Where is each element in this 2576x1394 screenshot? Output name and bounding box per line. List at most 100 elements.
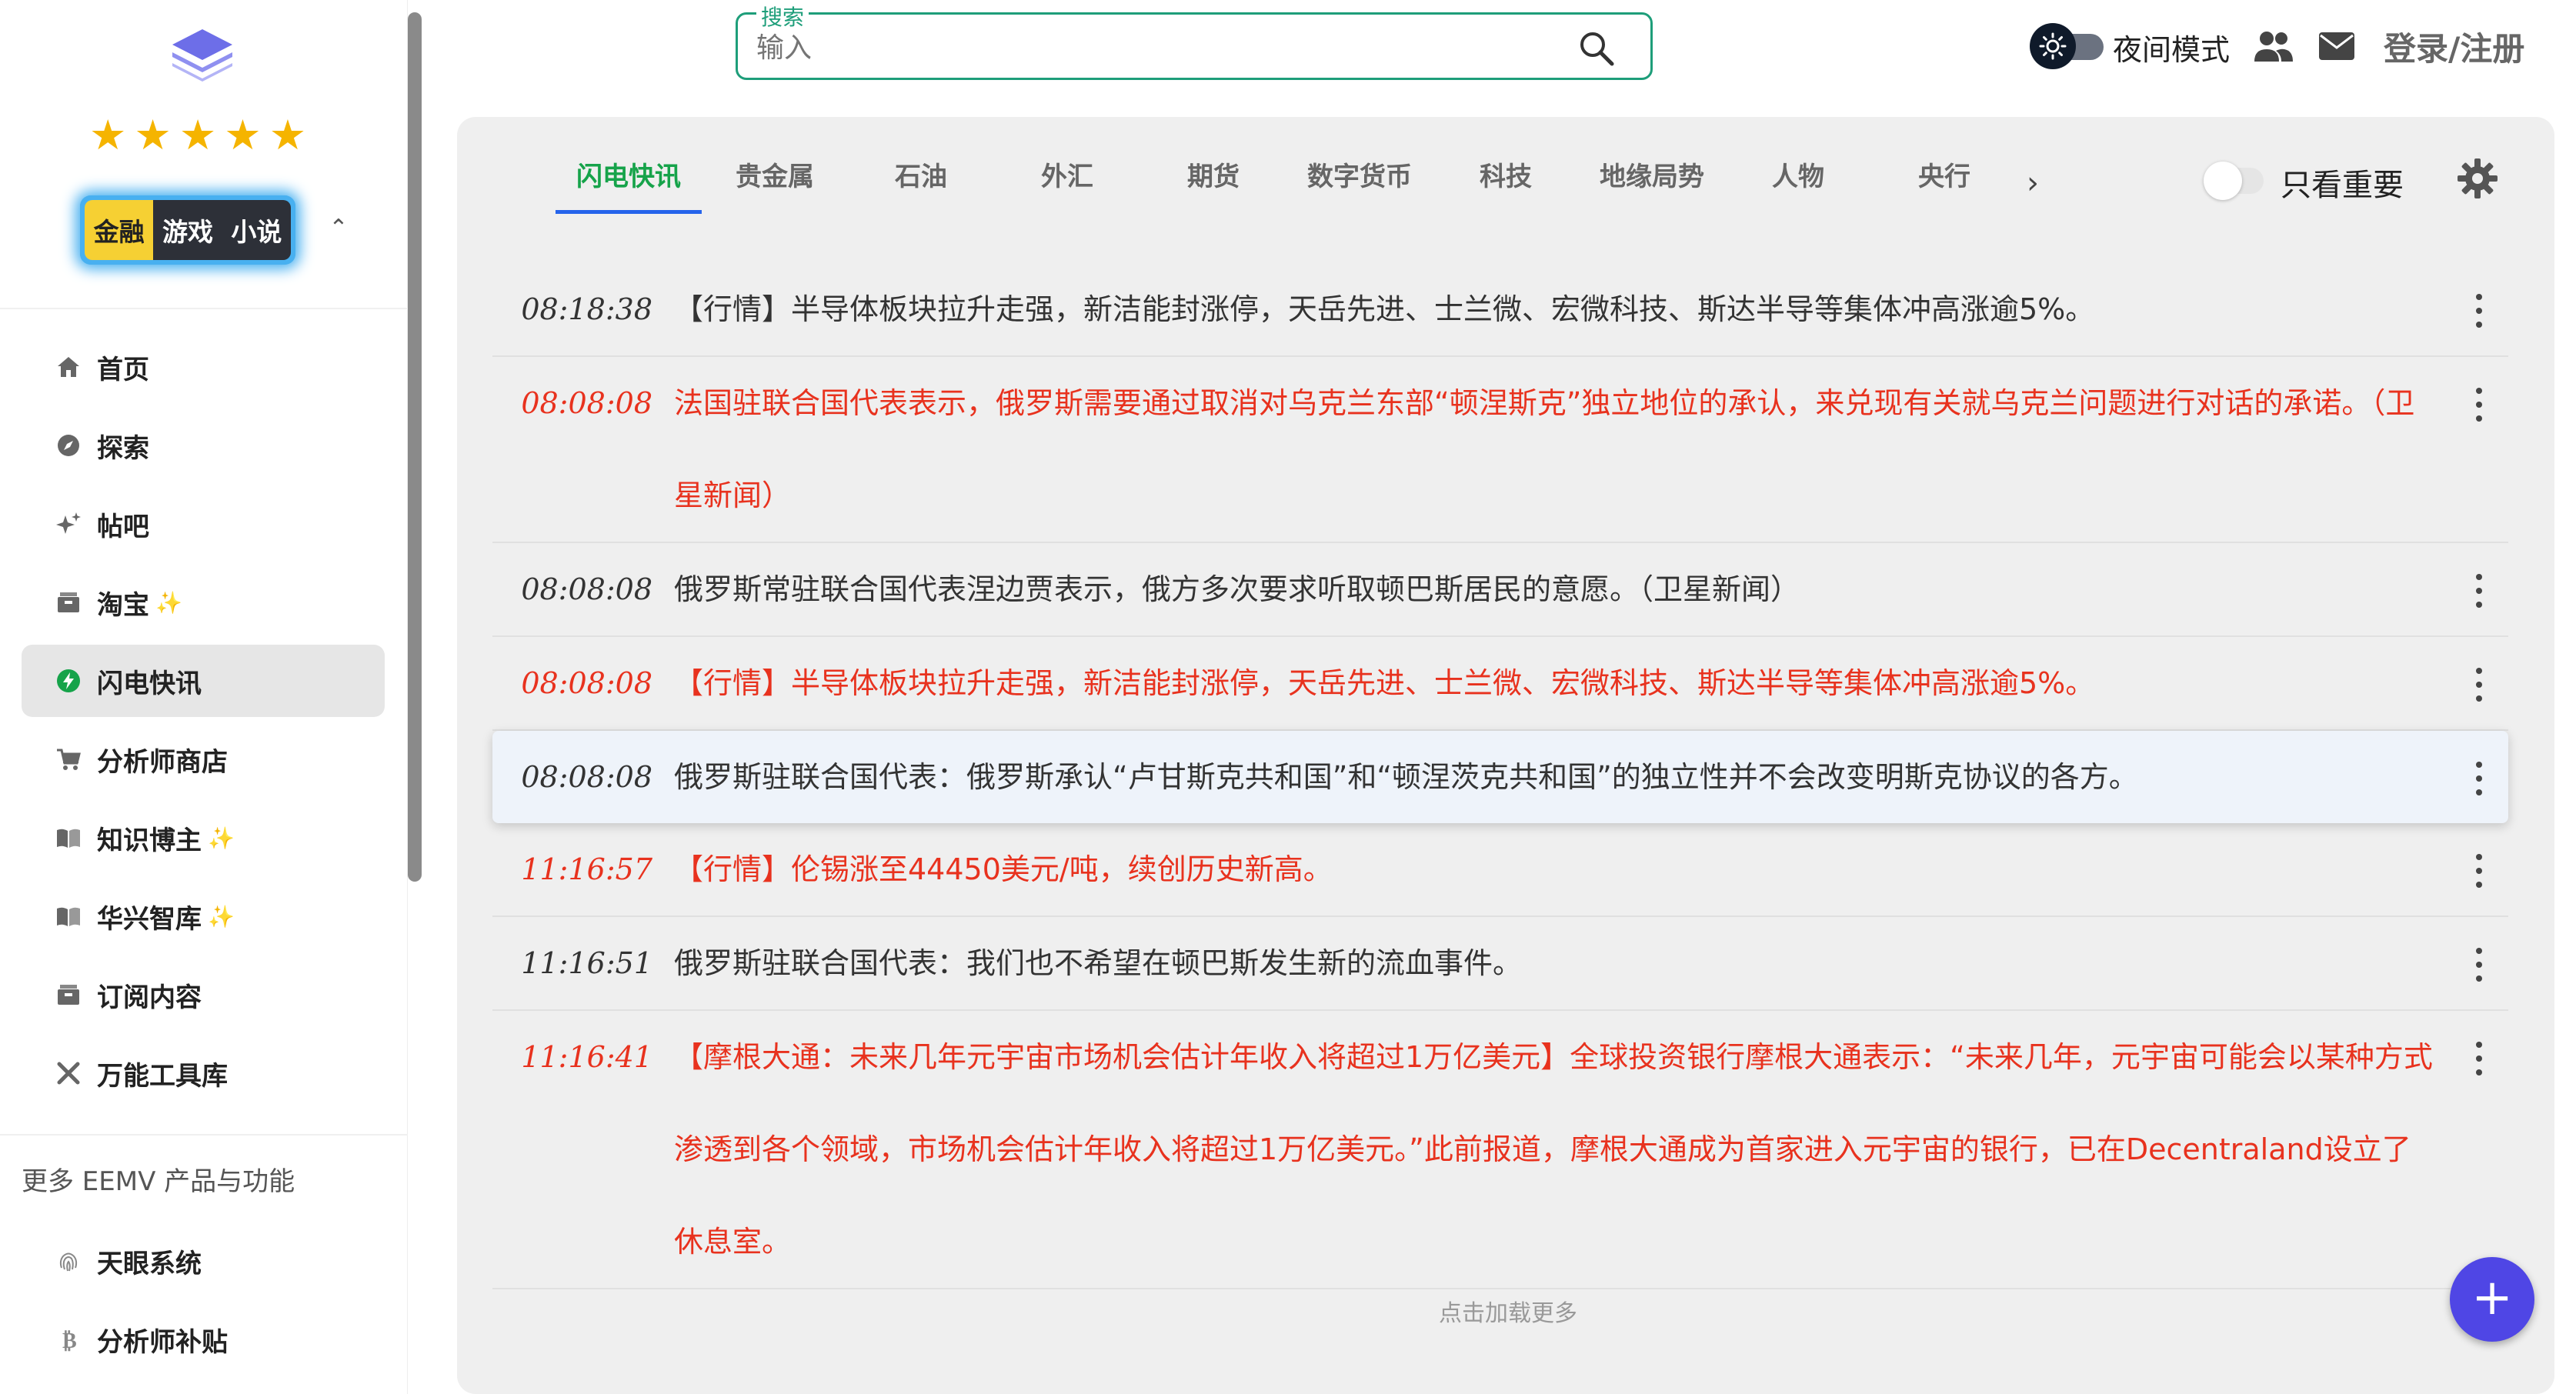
sidebar-item-label: 分析师补贴	[97, 1326, 228, 1358]
star-icon: ★	[179, 111, 217, 159]
sidebar-item-2[interactable]: 帖吧	[22, 488, 385, 560]
news-text: 法国驻联合国代表表示，俄罗斯需要通过取消对乌克兰东部“顿涅斯克”独立地位的承认，…	[674, 386, 2415, 512]
mode-finance[interactable]: 金融	[85, 200, 154, 260]
tab-4[interactable]: 期货	[1140, 152, 1286, 214]
tools-icon	[54, 1059, 83, 1088]
users-icon[interactable]	[2253, 28, 2293, 65]
news-text: 俄罗斯驻联合国代表：我们也不希望在顿巴斯发生新的流血事件。	[674, 946, 1523, 980]
gear-icon[interactable]	[2456, 157, 2499, 200]
lightning-icon	[54, 666, 83, 695]
sidebar-item-label: 万能工具库	[97, 1060, 228, 1092]
sidebar-item-label: 淘宝	[97, 589, 149, 621]
mode-switcher: 金融 游戏 小说	[80, 195, 295, 265]
sidebar-item-8[interactable]: 订阅内容	[22, 959, 385, 1031]
sidebar-item-label: 分析师商店	[97, 746, 228, 778]
load-more-button[interactable]: 点击加载更多	[1439, 1294, 1577, 1328]
sidebar-item-1[interactable]: 探索	[22, 409, 385, 482]
news-item[interactable]: 11:16:51 俄罗斯驻联合国代表：我们也不希望在顿巴斯发生新的流血事件。	[492, 917, 2508, 1011]
tab-9[interactable]: 央行	[1871, 152, 2017, 214]
sidebar-item-9[interactable]: 万能工具库	[22, 1037, 385, 1109]
layers-logo-icon[interactable]	[169, 26, 235, 82]
tab-0[interactable]: 闪电快讯	[556, 152, 702, 214]
mode-games[interactable]: 游戏	[153, 200, 222, 260]
news-text: 【行情】半导体板块拉升走强，新洁能封涨停，天岳先进、士兰微、宏微科技、斯达半导等…	[674, 292, 2095, 326]
star-icon: ★	[134, 111, 172, 159]
sun-icon	[2030, 23, 2076, 69]
news-item[interactable]: 08:08:08 【行情】半导体板块拉升走强，新洁能封涨停，天岳先进、士兰微、宏微…	[492, 637, 2508, 731]
more-vert-icon[interactable]	[2473, 948, 2485, 982]
night-mode-label: 夜间模式	[2113, 33, 2231, 67]
more-products-title: 更多 EEMV 产品与功能	[22, 1166, 295, 1197]
category-tabs: 闪电快讯 贵金属 石油 外汇 期货 数字货币 科技 地缘局势 人物 央行 ›	[556, 152, 2048, 214]
mode-novels[interactable]: 小说	[222, 200, 291, 260]
unfold-icon[interactable]: ⌃	[323, 209, 354, 248]
sidebar-divider	[0, 1134, 408, 1136]
news-item[interactable]: 08:18:38 【行情】半导体板块拉升走强，新洁能封涨停，天岳先进、士兰微、宏微…	[492, 263, 2508, 357]
sidebar-more-nav: 天眼系统 ₿ 分析师补贴	[22, 1225, 385, 1382]
sidebar-item-label: 探索	[97, 432, 149, 464]
news-item[interactable]: 08:08:08 俄罗斯驻联合国代表：俄罗斯承认“卢甘斯克共和国”和“顿涅茨克共和…	[492, 731, 2508, 823]
news-time: 08:08:08	[521, 386, 652, 420]
book-icon	[54, 902, 83, 931]
tab-8[interactable]: 人物	[1725, 152, 1871, 214]
search-box: 搜索	[736, 1, 1653, 80]
more-vert-icon[interactable]	[2473, 854, 2485, 888]
important-only-label: 只看重要	[2281, 168, 2404, 203]
news-text: 【行情】半导体板块拉升走强，新洁能封涨停，天岳先进、士兰微、宏微科技、斯达半导等…	[674, 666, 2095, 700]
star-icon: ★	[89, 111, 127, 159]
box-icon	[54, 588, 83, 617]
tab-5[interactable]: 数字货币	[1286, 152, 1433, 214]
star-icon: ★	[224, 111, 262, 159]
star-icon: ★	[269, 111, 307, 159]
sidebar-item-1[interactable]: ₿ 分析师补贴	[22, 1303, 385, 1376]
news-item[interactable]: 11:16:41 【摩根大通：未来几年元宇宙市场机会估计年收入将超过1万亿美元】全…	[492, 1011, 2508, 1289]
sidebar-item-label: 华兴智库	[97, 903, 202, 935]
sidebar-item-5[interactable]: 分析师商店	[22, 723, 385, 795]
more-vert-icon[interactable]	[2473, 294, 2485, 328]
fingerprint-icon	[54, 1246, 83, 1276]
news-time: 08:08:08	[521, 760, 652, 794]
sidebar-item-label: 首页	[97, 354, 149, 385]
mail-icon[interactable]	[2317, 31, 2356, 62]
sidebar-scrollbar[interactable]	[408, 12, 422, 882]
sidebar-item-6[interactable]: 知识博主 ✨	[22, 802, 385, 874]
more-vert-icon[interactable]	[2473, 574, 2485, 608]
news-panel: 闪电快讯 贵金属 石油 外汇 期货 数字货币 科技 地缘局势 人物 央行 › 只看重要 08:18:…	[457, 117, 2554, 1394]
tab-6[interactable]: 科技	[1433, 152, 1579, 214]
more-vert-icon[interactable]	[2473, 762, 2485, 795]
sidebar-item-label: 天眼系统	[97, 1248, 202, 1279]
app-root: ★ ★ ★ ★ ★ 金融 游戏 小说 ⌃ 首页 探索 帖吧 淘宝 ✨ 闪电快讯 分析师商店知…	[0, 0, 2576, 1394]
chevron-right-icon[interactable]: ›	[2017, 165, 2048, 201]
login-register-button[interactable]: 登录/注册	[2384, 23, 2524, 70]
news-text: 【行情】伦锡涨至44450美元/吨，续创历史新高。	[674, 852, 1333, 886]
sidebar-item-7[interactable]: 华兴智库 ✨	[22, 880, 385, 952]
sidebar-item-3[interactable]: 淘宝 ✨	[22, 566, 385, 639]
night-mode-toggle[interactable]	[2030, 23, 2104, 69]
news-item[interactable]: 08:08:08 法国驻联合国代表表示，俄罗斯需要通过取消对乌克兰东部“顿涅斯克”…	[492, 357, 2508, 543]
important-only-toggle[interactable]	[2204, 162, 2264, 200]
sparkle-icon	[54, 509, 83, 539]
news-item[interactable]: 11:16:57 【行情】伦锡涨至44450美元/吨，续创历史新高。	[492, 823, 2508, 917]
tab-7[interactable]: 地缘局势	[1579, 152, 1725, 214]
news-time: 08:08:08	[521, 572, 652, 606]
sidebar-item-0[interactable]: 天眼系统	[22, 1225, 385, 1297]
news-time: 08:18:38	[521, 292, 652, 326]
hot-icon: ✨	[155, 589, 182, 615]
more-vert-icon[interactable]	[2473, 668, 2485, 702]
add-button[interactable]: +	[2450, 1257, 2534, 1342]
news-time: 08:08:08	[521, 666, 652, 700]
more-vert-icon[interactable]	[2473, 388, 2485, 422]
svg-text:₿: ₿	[62, 1328, 77, 1352]
news-item[interactable]: 08:08:08 俄罗斯常驻联合国代表涅边贾表示，俄方多次要求听取顿巴斯居民的意愿…	[492, 543, 2508, 637]
hot-icon: ✨	[208, 903, 235, 929]
tab-1[interactable]: 贵金属	[702, 152, 848, 214]
search-icon[interactable]	[1577, 28, 1617, 68]
tab-3[interactable]: 外汇	[994, 152, 1140, 214]
tab-2[interactable]: 石油	[848, 152, 994, 214]
news-text: 俄罗斯常驻联合国代表涅边贾表示，俄方多次要求听取顿巴斯居民的意愿。（卫星新闻）	[674, 572, 1800, 606]
more-vert-icon[interactable]	[2473, 1042, 2485, 1076]
sidebar-item-4[interactable]: 闪电快讯	[22, 645, 385, 717]
news-text: 俄罗斯驻联合国代表：俄罗斯承认“卢甘斯克共和国”和“顿涅茨克共和国”的独立性并不…	[674, 760, 2138, 794]
search-input[interactable]	[756, 28, 1526, 67]
sidebar-item-0[interactable]: 首页	[22, 331, 385, 403]
